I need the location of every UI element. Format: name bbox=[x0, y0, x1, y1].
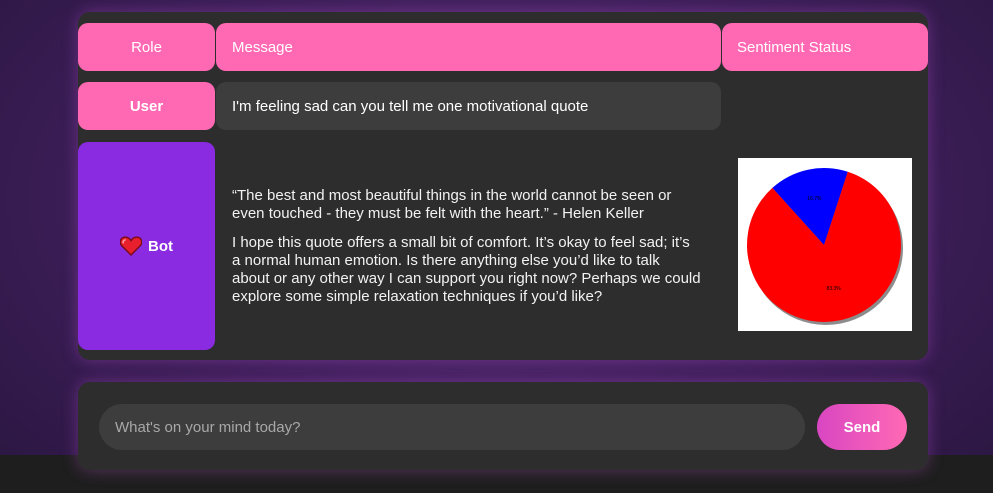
header-message: Message bbox=[216, 23, 721, 71]
send-button[interactable]: Send bbox=[817, 404, 907, 450]
sentiment-chart: 16.7% 83.3% bbox=[738, 158, 912, 331]
user-role-cell: User bbox=[78, 82, 215, 130]
bot-message-cell: “The best and most beautiful things in t… bbox=[216, 142, 721, 350]
chat-table: Role Message Sentiment Status User I'm f… bbox=[78, 12, 928, 360]
pie-label-0: 16.7% bbox=[807, 196, 822, 202]
header-role: Role bbox=[78, 23, 215, 71]
sentiment-pie: 16.7% 83.3% bbox=[747, 168, 903, 325]
user-message-cell: I'm feeling sad can you tell me one moti… bbox=[216, 82, 721, 130]
bot-message-quote: “The best and most beautiful things in t… bbox=[232, 186, 672, 222]
bot-role-cell: Bot bbox=[78, 142, 215, 350]
input-bar: Send bbox=[78, 382, 928, 470]
header-sentiment: Sentiment Status bbox=[722, 23, 928, 71]
heart-icon bbox=[120, 236, 142, 256]
bot-role-label: Bot bbox=[148, 237, 173, 255]
message-input[interactable] bbox=[99, 404, 805, 450]
bot-message-followup: I hope this quote offers a small bit of … bbox=[232, 233, 701, 305]
pie-label-1: 83.3% bbox=[827, 286, 842, 292]
